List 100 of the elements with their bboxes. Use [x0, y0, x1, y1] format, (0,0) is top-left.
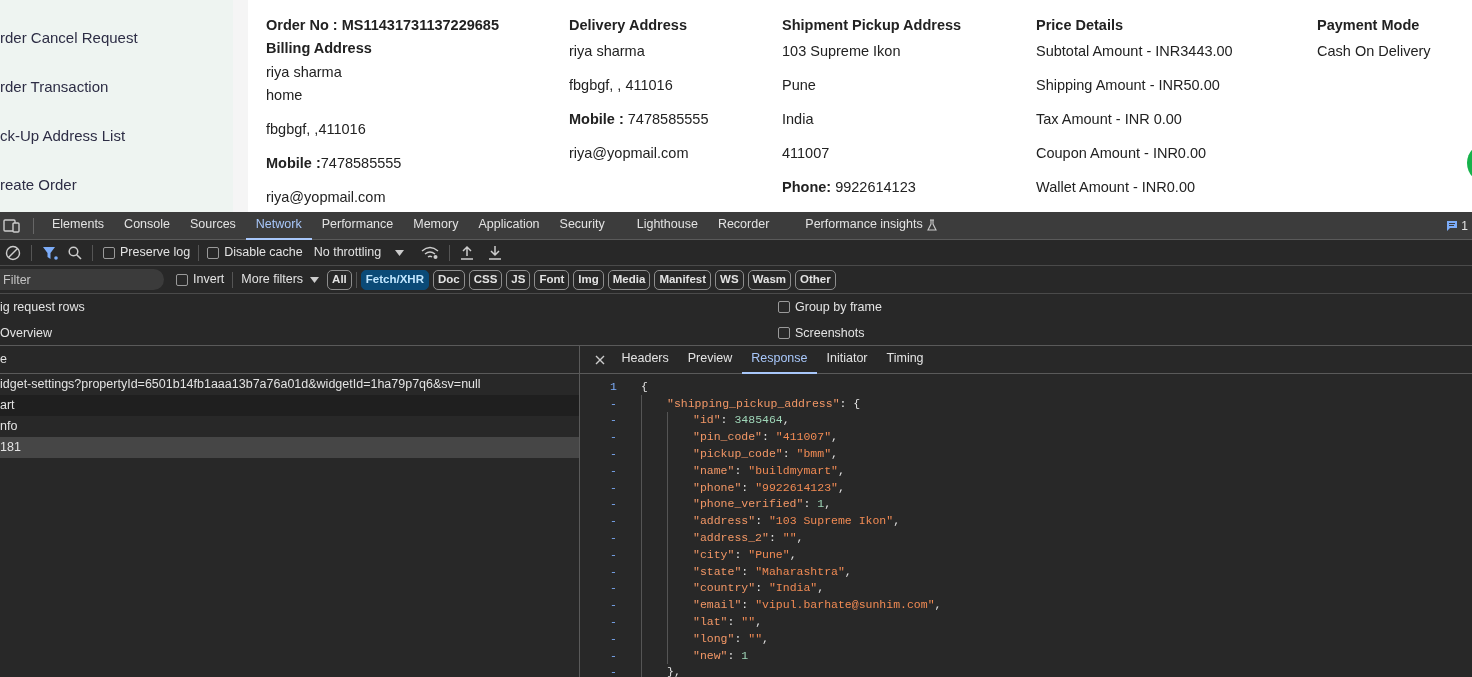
code-line: "long": "",	[693, 630, 769, 647]
sidebar-item[interactable]: rder Transaction	[0, 75, 233, 98]
option-label[interactable]: Overview	[0, 324, 778, 341]
sidebar-item[interactable]: rder Cancel Request	[0, 26, 233, 49]
checkbox[interactable]	[778, 300, 790, 313]
code-line: "pin_code": "411007",	[693, 429, 838, 446]
devtools-tab[interactable]: Application	[468, 211, 550, 240]
detail-text: Tax Amount - INR 0.00	[1036, 110, 1183, 129]
type-filter-chip[interactable]: Font	[534, 269, 570, 290]
detail-text: Shipping Amount - INR50.00	[1036, 76, 1221, 95]
type-filter-chip[interactable]: Doc	[432, 269, 465, 290]
checkbox-label: Preserve log	[120, 244, 191, 262]
column-heading: Delivery Address	[569, 16, 688, 35]
code-line: "lat": "",	[693, 613, 763, 630]
code-line: "address": "103 Supreme Ikon",	[693, 513, 901, 530]
line-number: -	[609, 546, 618, 563]
checkbox-label: Group by frame	[795, 298, 882, 315]
devtools-tab[interactable]: Elements	[42, 211, 115, 240]
throttling-select[interactable]: No throttling	[313, 243, 405, 262]
devtools-tab[interactable]: Security	[549, 211, 615, 240]
checkbox-label: Screenshots	[795, 324, 865, 341]
checkbox-label: Disable cache	[224, 244, 303, 262]
detail-text: 103 Supreme Ikon	[782, 42, 902, 61]
device-toolbar-icon[interactable]	[3, 218, 21, 233]
line-number: -	[609, 563, 618, 580]
detail-text: Subtotal Amount - INR3443.00	[1036, 42, 1234, 61]
line-number: -	[609, 597, 618, 614]
detail-text: Mobile : 7478585555	[569, 110, 710, 129]
type-filter-chip[interactable]: All	[327, 269, 352, 290]
filter-field[interactable]: Filter	[0, 269, 164, 290]
search-icon[interactable]	[68, 245, 82, 260]
detail-text: home	[266, 86, 304, 105]
code-line: "city": "Pune",	[693, 546, 797, 563]
column-heading: Price Details	[1036, 16, 1125, 35]
devtools-tab[interactable]: Console	[114, 211, 180, 240]
detail-tab[interactable]: Headers	[612, 345, 679, 374]
line-number: -	[609, 664, 618, 677]
detail-text: riya sharma	[266, 63, 343, 82]
caret-icon	[310, 276, 320, 283]
detail-text: fbgbgf, ,411016	[266, 120, 367, 139]
issues-count: 1	[1461, 217, 1468, 235]
devtools-tab[interactable]: Lighthouse	[626, 211, 708, 240]
devtools-tab[interactable]: Recorder	[707, 211, 780, 240]
type-filter-chip[interactable]: JS	[506, 269, 531, 290]
detail-text: Coupon Amount - INR0.00	[1036, 144, 1208, 163]
checkbox[interactable]	[778, 326, 790, 339]
flask-icon	[926, 218, 937, 231]
code-line: "shipping_pickup_address": {	[667, 395, 861, 412]
detail-text: Cash On Delivery	[1317, 42, 1432, 61]
download-icon[interactable]	[488, 245, 503, 260]
code-line: "phone_verified": 1,	[693, 496, 832, 513]
devtools-tab[interactable]: Sources	[180, 211, 246, 240]
caret-icon	[395, 249, 405, 256]
devtools-tab[interactable]: Memory	[403, 211, 469, 240]
devtools-tab[interactable]: Network	[245, 211, 312, 240]
type-filter-chip[interactable]: Media	[607, 269, 651, 290]
code-line: "country": "India",	[693, 580, 825, 597]
detail-text: Phone: 9922614123	[782, 178, 917, 197]
network-conditions-icon[interactable]	[421, 245, 440, 260]
type-filter-chip[interactable]: Fetch/XHR	[360, 269, 429, 290]
detail-tab[interactable]: Initiator	[817, 345, 877, 374]
detail-tab[interactable]: Timing	[877, 345, 934, 374]
type-filter-chip[interactable]: CSS	[468, 269, 503, 290]
line-number: -	[609, 462, 618, 479]
more-filters-dropdown[interactable]: More filters	[241, 270, 320, 289]
upload-icon[interactable]	[460, 245, 475, 260]
detail-text: riya@yopmail.com	[266, 188, 387, 207]
sidebar-item[interactable]: ck-Up Address List	[0, 124, 233, 147]
type-filter-chip[interactable]: Img	[573, 269, 604, 290]
code-line: "address_2": "",	[693, 529, 804, 546]
detail-tab[interactable]: Preview	[678, 345, 742, 374]
column-heading: Payment Mode	[1317, 16, 1421, 35]
filter-icon[interactable]	[42, 245, 58, 260]
checkbox[interactable]	[103, 246, 115, 259]
sidebar-item[interactable]: reate Order	[0, 173, 233, 196]
close-icon[interactable]	[595, 354, 605, 365]
line-number: -	[609, 529, 618, 546]
type-filter-chip[interactable]: Manifest	[654, 269, 712, 290]
devtools-tab[interactable]: Performance	[311, 211, 404, 240]
code-line: "email": "vipul.barhate@sunhim.com",	[693, 597, 942, 614]
line-number: -	[609, 412, 618, 429]
devtools-tab[interactable]: Performance insights	[795, 211, 947, 240]
code-line: "pickup_code": "bmm",	[693, 445, 838, 462]
detail-text: Pune	[782, 76, 817, 95]
section-heading: Billing Address	[266, 39, 373, 58]
request-row[interactable]: 181	[0, 437, 579, 458]
type-filter-chip[interactable]: Wasm	[747, 269, 791, 290]
checkbox[interactable]	[207, 246, 220, 259]
request-row[interactable]: art	[0, 395, 579, 416]
option-label[interactable]: ig request rows	[0, 298, 778, 315]
line-number: 1	[609, 378, 618, 395]
code-line: "new": 1	[693, 647, 749, 664]
line-number: -	[609, 513, 618, 530]
clear-icon[interactable]	[5, 244, 21, 261]
code-line: {	[641, 378, 648, 395]
checkbox[interactable]	[176, 273, 188, 286]
detail-text: 411007	[782, 144, 831, 163]
type-filter-chip[interactable]: Other	[795, 269, 836, 290]
message-icon[interactable]	[1446, 220, 1459, 231]
type-filter-chip[interactable]: WS	[715, 269, 744, 290]
